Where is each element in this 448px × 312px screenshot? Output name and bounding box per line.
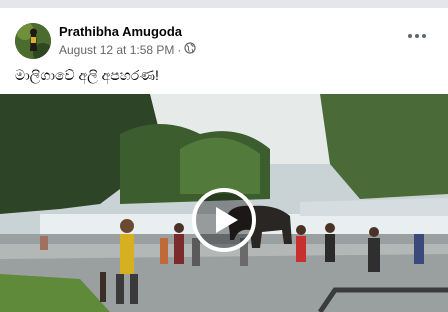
feed-top-divider bbox=[0, 0, 448, 8]
play-icon[interactable] bbox=[192, 188, 256, 252]
ellipsis-icon[interactable] bbox=[404, 30, 430, 42]
post-card: Prathibha Amugoda August 12 at 1:58 PM ·… bbox=[0, 8, 448, 312]
post-meta: August 12 at 1:58 PM · bbox=[59, 42, 197, 57]
author-avatar[interactable] bbox=[15, 23, 51, 59]
author-name[interactable]: Prathibha Amugoda bbox=[59, 24, 182, 39]
video-player[interactable] bbox=[0, 94, 448, 312]
post-caption: මාලිගාවේ අලි අපහරණ! bbox=[15, 67, 159, 83]
globe-icon[interactable] bbox=[184, 42, 197, 57]
post-timestamp[interactable]: August 12 at 1:58 PM bbox=[59, 43, 174, 57]
meta-separator: · bbox=[177, 42, 182, 57]
